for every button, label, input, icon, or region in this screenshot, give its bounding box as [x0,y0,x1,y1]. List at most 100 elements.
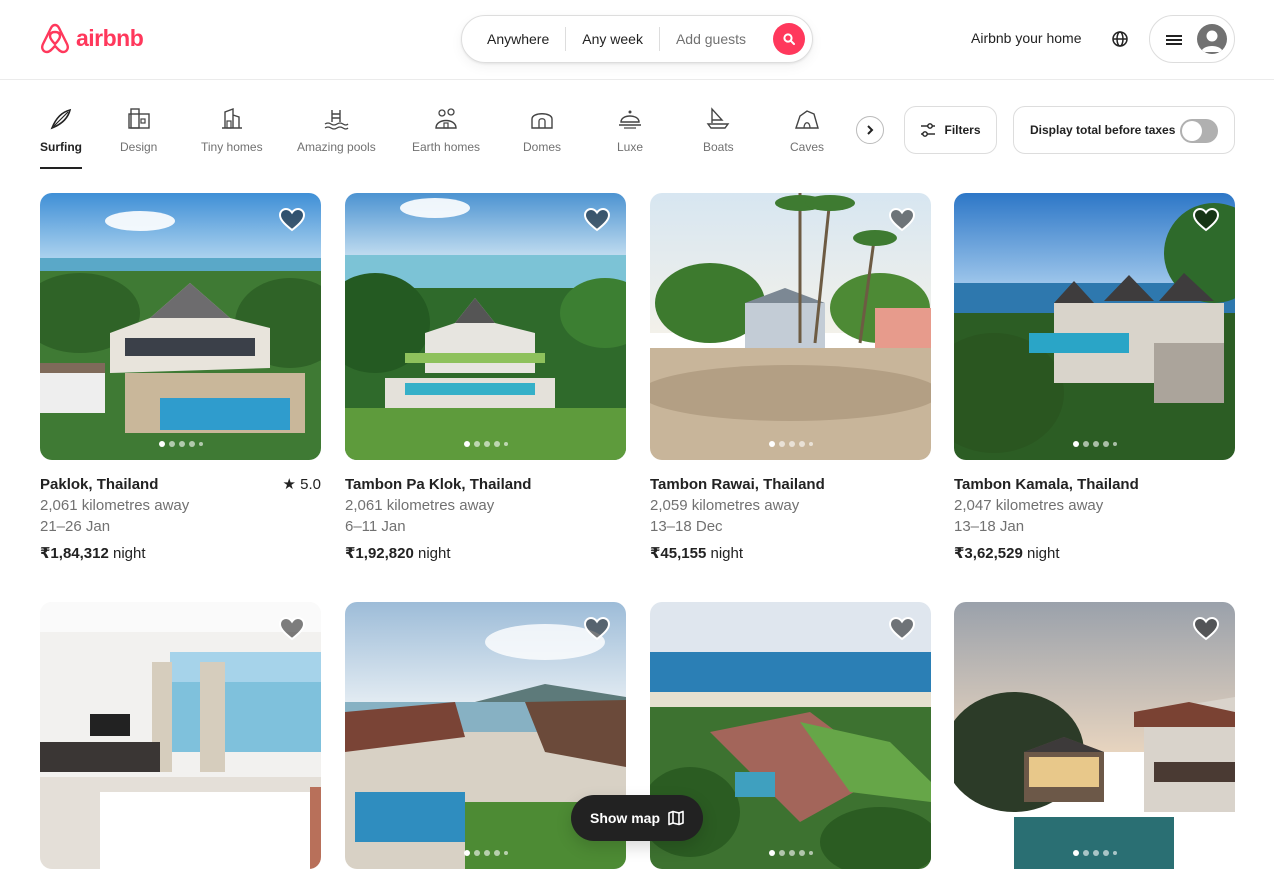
search-icon [783,33,795,45]
search-bar[interactable]: Anywhere Any week Add guests [461,15,813,63]
listing-info: Tambon Rawai, Thailand 2,059 kilometres … [650,460,931,564]
design-building-icon [127,108,150,129]
category-label: Tiny homes [201,140,263,154]
listing-dates: 21–26 Jan [40,518,111,535]
price-amount: ₹3,62,529 [954,545,1023,562]
carousel-dots [954,850,1235,856]
taxes-label: Display total before taxes [1030,123,1176,137]
listing-card[interactable]: Paklok, Thailand ★ 5.0 2,061 kilometres … [40,193,321,564]
favorite-heart-icon[interactable] [278,207,306,237]
favorite-heart-icon[interactable] [1192,616,1220,646]
taxes-switch[interactable] [1180,119,1218,143]
carousel-dots [954,441,1235,447]
listing-photo[interactable] [650,193,931,460]
favorite-heart-icon[interactable] [1192,207,1220,237]
airbnb-logo[interactable]: airbnb [40,22,144,54]
carousel-dots [650,441,931,447]
listing-photo[interactable] [954,602,1235,869]
category-amazing-pools[interactable]: Amazing pools [297,106,376,169]
listing-distance: 2,061 kilometres away [345,497,495,514]
user-menu-button[interactable] [1149,15,1235,63]
category-caves[interactable]: Caves [790,106,824,169]
filters-button[interactable]: Filters [904,106,997,154]
listing-dates: 13–18 Jan [954,518,1025,535]
search-guests[interactable]: Add guests [660,31,762,47]
price-unit: night [1027,545,1060,562]
listing-dates: 13–18 Dec [650,518,723,535]
category-design[interactable]: Design [120,106,157,169]
category-label: Amazing pools [297,140,376,154]
category-label: Domes [523,140,562,154]
favorite-heart-icon[interactable] [888,616,916,646]
hamburger-icon [1166,35,1182,45]
display-total-toggle[interactable]: Display total before taxes [1013,106,1235,154]
listing-photo[interactable] [40,193,321,460]
favorite-heart-icon[interactable] [888,207,916,237]
pool-icon [324,110,349,130]
listing-distance: 2,047 kilometres away [954,497,1104,514]
listing-price: ₹1,92,820 night [345,543,626,564]
carousel-dots [40,441,321,447]
listing-price: ₹1,84,312 night [40,543,321,564]
category-luxe[interactable]: Luxe [617,106,643,169]
cave-icon [795,110,819,129]
listing-photo[interactable] [345,193,626,460]
show-map-button[interactable]: Show map [571,795,703,841]
listing-distance: 2,061 kilometres away [40,497,190,514]
listing-card[interactable]: Tambon Pa Klok, Thailand 2,061 kilometre… [345,193,626,564]
category-surfing[interactable]: Surfing [40,106,82,169]
filters-label: Filters [944,123,981,137]
search-dates[interactable]: Any week [566,31,659,47]
carousel-dots [345,441,626,447]
listing-rating: ★ 5.0 [283,474,321,495]
favorite-heart-icon[interactable] [583,616,611,646]
favorite-heart-icon[interactable] [278,616,306,646]
price-amount: ₹1,84,312 [40,545,109,562]
dome-icon [531,113,553,129]
category-bar: Surfing Design Tiny homes Amazing pools [0,80,1274,180]
listing-card[interactable] [40,602,321,869]
map-icon [668,810,684,826]
category-label: Design [120,140,158,154]
listing-photo[interactable] [954,193,1235,460]
category-label: Earth homes [412,140,481,154]
price-unit: night [710,545,744,562]
globe-icon [1112,31,1128,47]
listing-info: Tambon Pa Klok, Thailand 2,061 kilometre… [345,460,626,564]
luxe-bell-icon [619,110,642,129]
listing-info: Tambon Kamala, Thailand 2,047 kilometres… [954,460,1235,564]
price-unit: night [418,545,451,562]
listing-distance: 2,059 kilometres away [650,497,800,514]
listing-location: Tambon Pa Klok, Thailand [345,476,532,493]
category-label: Luxe [617,140,644,154]
star-icon: ★ [282,476,296,493]
listing-card[interactable]: Tambon Kamala, Thailand 2,047 kilometres… [954,193,1235,564]
category-domes[interactable]: Domes [523,106,561,169]
search-location[interactable]: Anywhere [462,31,565,47]
language-button[interactable] [1110,29,1130,54]
listing-photo[interactable] [40,602,321,869]
earth-home-icon [435,108,457,129]
category-label: Surfing [40,140,82,154]
listing-location: Tambon Rawai, Thailand [650,476,825,493]
avatar-icon [1197,24,1227,54]
price-unit: night [113,545,146,562]
top-header: airbnb Anywhere Any week Add guests Airb… [0,0,1274,80]
category-scroll-next-button[interactable] [856,116,884,144]
airbnb-wordmark: airbnb [76,24,144,51]
search-button[interactable] [773,23,805,55]
listing-card[interactable] [954,602,1235,869]
filters-sliders-icon [921,123,936,137]
category-tiny-homes[interactable]: Tiny homes [201,106,263,169]
category-earth-homes[interactable]: Earth homes [412,106,480,169]
listing-card[interactable]: Tambon Rawai, Thailand 2,059 kilometres … [650,193,931,564]
carousel-dots [345,850,626,856]
favorite-heart-icon[interactable] [583,207,611,237]
price-amount: ₹45,155 [650,545,707,562]
category-boats[interactable]: Boats [703,106,734,169]
chevron-right-icon [867,125,874,135]
airbnb-logo-icon [41,23,69,54]
listing-price: ₹3,62,529 night [954,543,1235,564]
airbnb-your-home-link[interactable]: Airbnb your home [971,30,1082,46]
category-label: Boats [703,140,734,154]
